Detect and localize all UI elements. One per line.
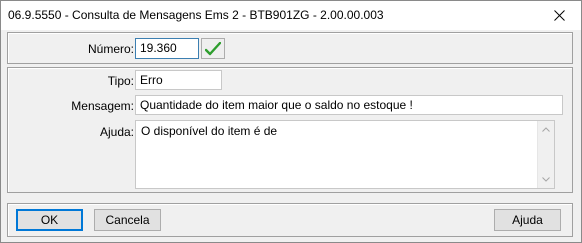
chevron-up-icon [542, 127, 550, 132]
mensagem-label: Mensagem: [71, 99, 134, 113]
chevron-down-icon [542, 177, 550, 182]
dialog-window: 06.9.5550 - Consulta de Mensagens Ems 2 … [0, 0, 582, 243]
ajuda-textarea[interactable]: O disponível do item é de [135, 120, 555, 189]
scroll-down-button[interactable] [538, 171, 554, 188]
title-bar: 06.9.5550 - Consulta de Mensagens Ems 2 … [1, 1, 581, 30]
close-button[interactable] [537, 1, 581, 30]
ajuda-scrollbar[interactable] [537, 121, 554, 188]
scroll-up-button[interactable] [538, 121, 554, 138]
tipo-label: Tipo: [107, 74, 134, 88]
ajuda-label: Ajuda: [99, 125, 134, 139]
button-panel: OK Cancela Ajuda [7, 203, 573, 237]
mensagem-field: Quantidade do item maior que o saldo no … [135, 95, 563, 115]
ajuda-text: O disponível do item é de [141, 124, 278, 138]
cancela-button[interactable]: Cancela [94, 209, 161, 231]
detail-panel: Tipo: Erro Mensagem: Quantidade do item … [7, 67, 573, 193]
confirm-button[interactable] [201, 38, 225, 59]
numero-input[interactable]: 19.360 [135, 38, 199, 59]
ajuda-button[interactable]: Ajuda [494, 209, 561, 231]
checkmark-icon [205, 41, 221, 55]
numero-label: Número: [87, 42, 134, 56]
tipo-field: Erro [135, 70, 222, 90]
ok-button[interactable]: OK [16, 209, 83, 231]
close-icon [553, 10, 565, 21]
window-title: 06.9.5550 - Consulta de Mensagens Ems 2 … [8, 8, 384, 22]
numero-panel: Número: 19.360 [7, 32, 573, 64]
